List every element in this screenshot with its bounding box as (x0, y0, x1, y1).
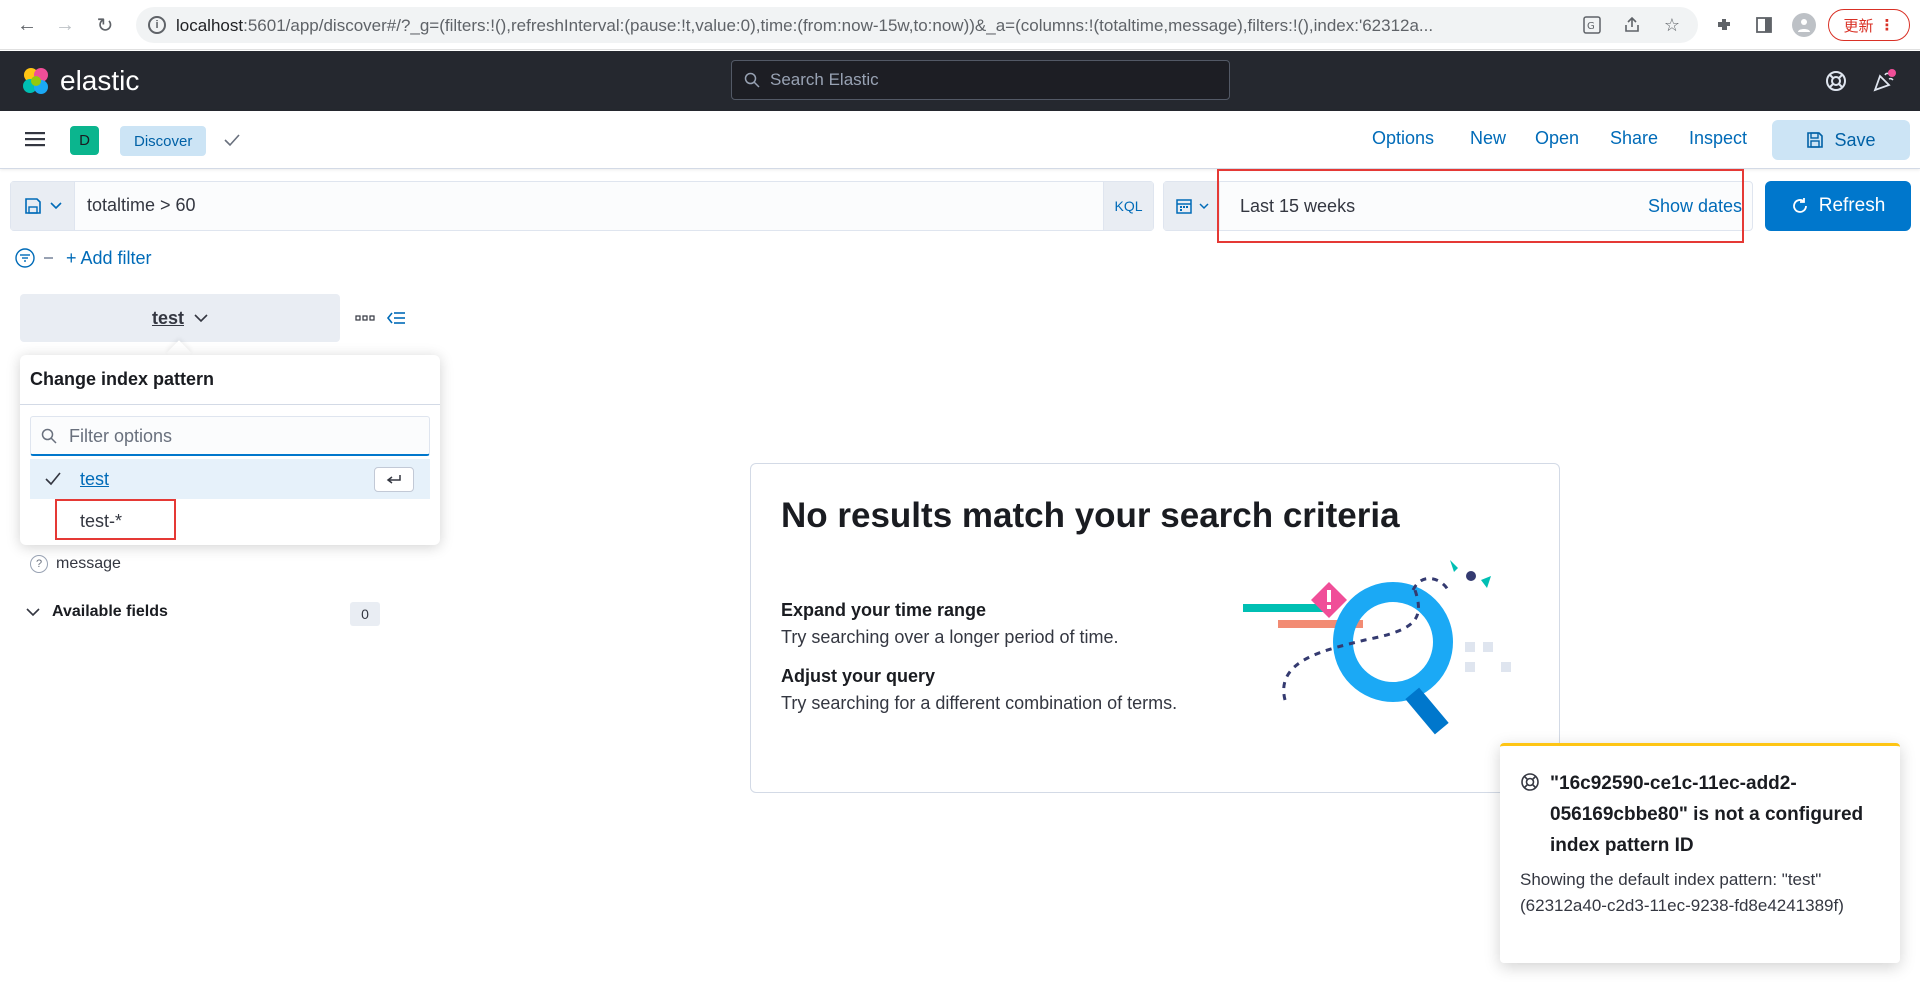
profile-avatar[interactable] (1792, 13, 1816, 37)
more-options-icon[interactable] (354, 311, 376, 325)
elastic-logo-icon[interactable] (20, 65, 52, 97)
chevron-down-icon (194, 313, 208, 322)
save-label: Save (1834, 129, 1876, 150)
refresh-button[interactable]: Refresh (1765, 181, 1911, 231)
new-link[interactable]: New (1470, 128, 1506, 149)
url-path: :5601/app/discover#/?_g=(filters:!(),ref… (243, 16, 1434, 35)
chevron-down-icon (49, 202, 62, 210)
tip-title: Adjust your query (781, 666, 936, 686)
check-icon (224, 134, 240, 147)
index-pattern-label: test (151, 307, 184, 328)
more-icon: ⋮ (1879, 17, 1895, 34)
add-filter-button[interactable]: + Add filter (66, 248, 152, 269)
filter-options-input[interactable] (69, 417, 419, 455)
saved-query-icon (24, 198, 41, 214)
site-info-icon[interactable]: i (148, 16, 166, 34)
refresh-icon (1792, 198, 1807, 213)
svg-text:G: G (1587, 21, 1595, 32)
kql-language-button[interactable]: KQL (1103, 182, 1153, 230)
enter-key-icon (374, 467, 414, 492)
address-bar[interactable]: i localhost:5601/app/discover#/?_g=(filt… (136, 7, 1698, 43)
options-link[interactable]: Options (1372, 128, 1434, 149)
elastic-header: elastic (0, 51, 1920, 111)
help-icon (1521, 773, 1539, 791)
no-results-title: No results match your search criteria (781, 496, 1400, 535)
save-icon (1807, 132, 1824, 148)
collapse-sidebar-icon[interactable] (386, 309, 406, 327)
tip-body: Try searching for a different combinatio… (781, 693, 1178, 713)
space-avatar[interactable]: D (70, 126, 99, 155)
tip-body: Try searching over a longer period of ti… (781, 627, 1119, 647)
search-icon (41, 428, 57, 444)
app-toolbar: D Discover Options New Open Share Inspec… (0, 111, 1920, 169)
tip-title: Expand your time range (781, 600, 987, 620)
no-results-panel: No results match your search criteria Ex… (750, 463, 1560, 793)
url-text[interactable]: localhost:5601/app/discover#/?_g=(filter… (176, 16, 1706, 36)
browser-toolbar: ← → ↻ i localhost:5601/app/discover#/?_g… (0, 0, 1920, 50)
date-quick-menu-button[interactable] (1164, 182, 1220, 230)
popover-divider (20, 404, 440, 405)
help-icon[interactable] (1824, 69, 1848, 93)
back-icon[interactable]: ← (14, 12, 40, 38)
refresh-label: Refresh (1818, 195, 1886, 216)
chevron-down-icon (1199, 202, 1209, 209)
search-icon (744, 72, 760, 88)
unknown-field-type-icon: ? (30, 555, 48, 573)
extensions-icon[interactable] (1714, 15, 1734, 35)
share-link[interactable]: Share (1610, 128, 1658, 149)
open-link[interactable]: Open (1535, 128, 1579, 149)
translate-icon[interactable]: G (1582, 15, 1602, 35)
available-fields-count: 0 (350, 602, 380, 626)
filter-menu-icon[interactable] (14, 247, 36, 269)
query-input[interactable]: totaltime > 60 (87, 195, 196, 216)
share-page-icon[interactable] (1622, 15, 1642, 35)
bookmark-star-icon[interactable]: ☆ (1662, 15, 1682, 35)
query-bar: totaltime > 60 KQL (10, 181, 1154, 231)
update-label: 更新 (1843, 17, 1874, 35)
saved-query-button[interactable] (11, 182, 75, 230)
global-search-input[interactable] (770, 61, 1210, 99)
menu-icon[interactable] (24, 128, 46, 150)
popover-title: Change index pattern (30, 369, 215, 389)
breadcrumb-discover[interactable]: Discover (120, 126, 207, 156)
index-option-label: test (80, 469, 110, 489)
field-name: message (56, 555, 121, 572)
reload-icon[interactable]: ↻ (92, 12, 118, 38)
no-results-illustration (1243, 560, 1511, 735)
side-panel-icon[interactable] (1754, 15, 1774, 35)
filter-separator (44, 257, 53, 259)
available-fields-title: Available fields (52, 603, 168, 620)
warning-toast: "16c92590-ce1c-11ec-add2-056169cbbe80" i… (1500, 743, 1900, 963)
annotation-highlight-box (1217, 169, 1744, 243)
selected-field-message[interactable]: ? message (30, 555, 121, 573)
calendar-icon (1176, 199, 1192, 214)
toast-title: "16c92590-ce1c-11ec-add2-056169cbbe80" i… (1550, 773, 1864, 856)
check-icon (45, 472, 61, 486)
index-pattern-selector[interactable]: test (20, 294, 340, 342)
forward-icon[interactable]: → (52, 12, 78, 38)
global-search[interactable] (731, 60, 1230, 100)
filter-options-field[interactable] (30, 416, 430, 456)
toast-body: Showing the default index pattern: "test… (1520, 870, 1844, 915)
index-option-test[interactable]: test (30, 459, 430, 499)
url-host: localhost (176, 16, 244, 35)
chevron-down-icon (26, 607, 40, 616)
save-button[interactable]: Save (1772, 120, 1910, 160)
news-feed-icon[interactable] (1872, 69, 1896, 93)
annotation-highlight-box (55, 499, 176, 540)
inspect-link[interactable]: Inspect (1689, 128, 1747, 149)
elastic-wordmark[interactable]: elastic (60, 65, 139, 97)
update-button[interactable]: 更新 ⋮ (1828, 9, 1910, 41)
available-fields-toggle[interactable]: Available fields (26, 603, 168, 621)
